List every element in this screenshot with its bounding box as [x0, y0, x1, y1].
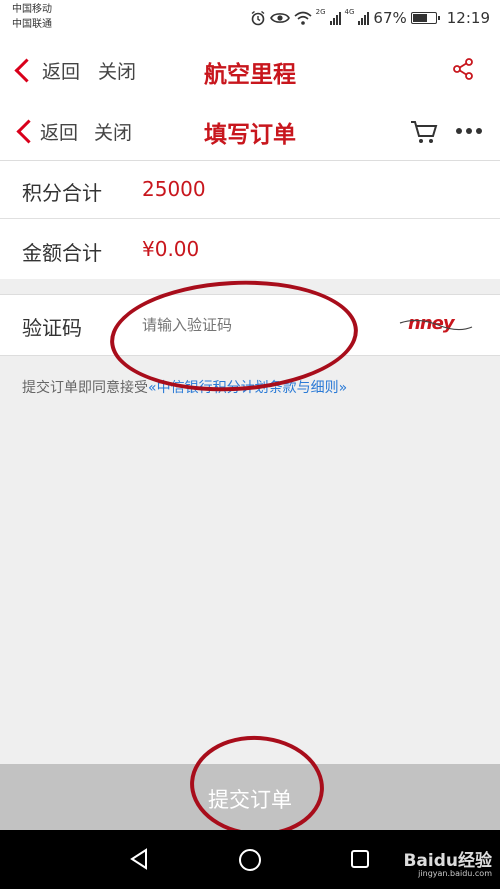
captcha-label: 验证码	[22, 316, 82, 340]
points-value: 25000	[142, 177, 206, 201]
home-circle-icon[interactable]	[238, 848, 262, 872]
battery-icon	[410, 12, 440, 24]
wifi-icon	[294, 11, 312, 25]
network-type-1: 2G	[315, 8, 326, 16]
recents-square-icon[interactable]	[350, 849, 370, 869]
points-label: 积分合计	[22, 181, 102, 205]
back-link[interactable]: 返回	[40, 118, 78, 145]
alarm-icon	[251, 10, 265, 26]
agreement-prefix: 提交订单即同意接受	[22, 380, 148, 396]
amount-value: ¥0.00	[142, 237, 200, 261]
cart-icon[interactable]	[410, 119, 438, 145]
more-icon[interactable]	[455, 127, 483, 135]
signal-icon-2	[358, 11, 370, 25]
amount-row: 金额合计 ¥0.00	[0, 219, 500, 279]
baidu-watermark: Baidu经验 jingyan.baidu.com	[403, 846, 492, 878]
eye-icon	[269, 13, 290, 23]
back-chevron-icon[interactable]	[16, 119, 41, 144]
captcha-noise	[399, 319, 473, 331]
signal-icon	[329, 11, 341, 25]
battery-percent: 67%	[373, 9, 407, 27]
back-link[interactable]: 返回	[42, 57, 80, 84]
captcha-image[interactable]: nney	[398, 309, 474, 341]
share-icon[interactable]	[452, 58, 474, 80]
close-link[interactable]: 关闭	[94, 118, 132, 145]
order-nav-bar: 返回 关闭 填写订单	[0, 102, 500, 161]
points-row: 积分合计 25000	[0, 161, 500, 219]
amount-label: 金额合计	[22, 241, 102, 265]
top-nav-bar: 返回 关闭 航空里程	[0, 36, 500, 103]
back-chevron-icon[interactable]	[14, 58, 39, 83]
carrier-2: 中国联通	[12, 19, 52, 30]
status-bar: 中国移动 中国联通 2G 4G 67% 12:19	[0, 0, 500, 36]
close-link[interactable]: 关闭	[98, 57, 136, 84]
carrier-1: 中国移动	[12, 4, 52, 15]
network-type-2: 4G	[344, 8, 355, 16]
battery-fill	[412, 14, 427, 22]
back-triangle-icon[interactable]	[128, 848, 150, 870]
clock: 12:19	[446, 9, 490, 27]
status-icons: 2G 4G 67% 12:19	[250, 8, 490, 28]
watermark-brand: Baidu经验	[403, 851, 492, 871]
